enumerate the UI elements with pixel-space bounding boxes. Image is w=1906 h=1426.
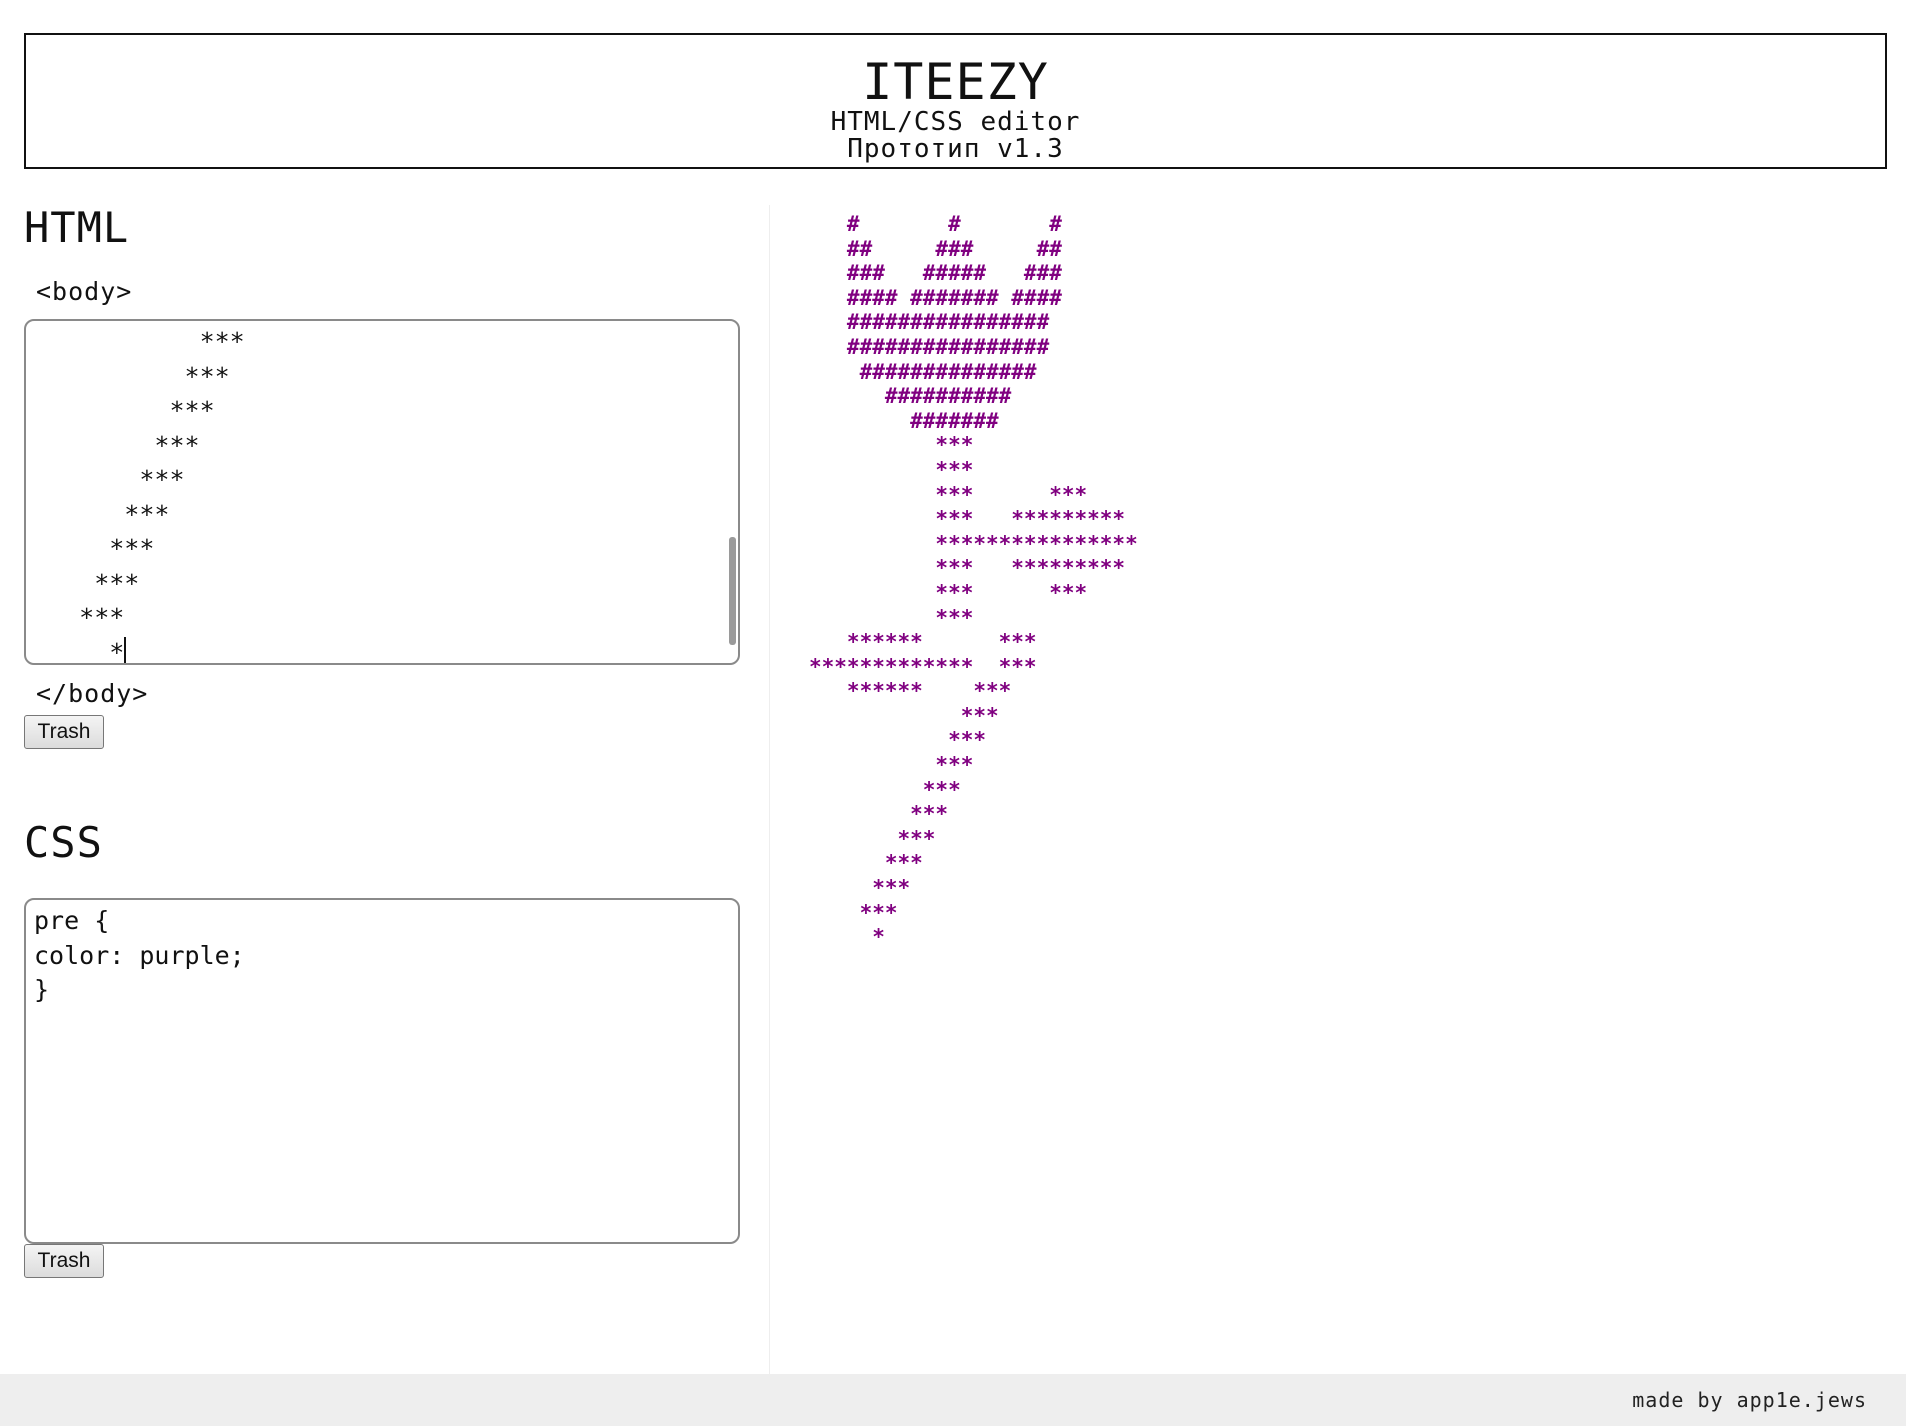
app-subtitle: HTML/CSS editor <box>830 107 1081 137</box>
header-banner: ITEEZY HTML/CSS editor Прототип v1.3 <box>24 33 1887 169</box>
html-editor[interactable]: *** *** *** *** *** *** *** *** *** * <box>24 319 740 665</box>
body-close-tag: </body> <box>36 679 149 708</box>
editor-page: ITEEZY HTML/CSS editor Прототип v1.3 HTM… <box>0 0 1906 1426</box>
css-section-title: CSS <box>24 818 103 867</box>
html-editor-code[interactable]: *** *** *** *** *** *** *** *** *** * <box>26 321 738 665</box>
css-editor[interactable]: pre { color: purple; } <box>24 898 740 1244</box>
preview-output: # # # ## ### ## ### ##### ### #### #####… <box>809 212 1138 950</box>
app-version: Прототип v1.3 <box>847 134 1064 164</box>
app-title: ITEEZY <box>862 53 1049 111</box>
html-code-text: *** *** *** *** *** *** *** *** *** * <box>79 327 245 665</box>
css-editor-code[interactable]: pre { color: purple; } <box>26 900 738 1012</box>
text-caret <box>124 636 127 663</box>
html-editor-scrollbar[interactable] <box>729 537 736 645</box>
body-open-tag: <body> <box>36 277 133 306</box>
css-trash-button[interactable]: Trash <box>24 1244 104 1278</box>
html-trash-button[interactable]: Trash <box>24 715 104 749</box>
html-section-title: HTML <box>24 203 130 252</box>
footer-credit: made by app1e.jews <box>1632 1388 1867 1412</box>
footer-bar: made by app1e.jews <box>0 1374 1906 1426</box>
editor-column: HTML <body> *** *** *** *** *** *** *** … <box>0 205 770 1375</box>
